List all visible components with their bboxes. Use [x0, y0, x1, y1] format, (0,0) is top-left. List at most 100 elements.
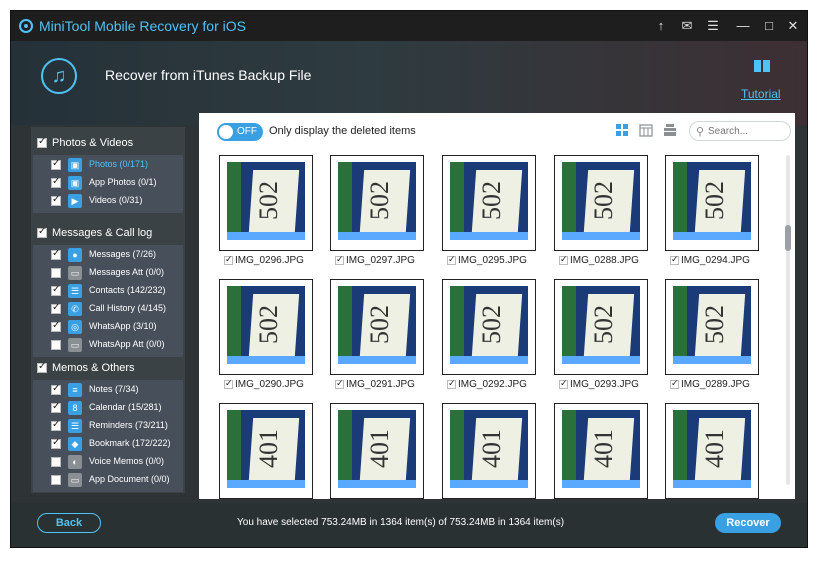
photo-thumbnail[interactable]: 502	[330, 155, 424, 251]
photo-checkbox[interactable]	[224, 378, 233, 389]
item-checkbox[interactable]	[51, 340, 61, 350]
toggle-knob	[219, 125, 233, 139]
photo-filename[interactable]: IMG_0295.JPG	[447, 254, 527, 266]
photo-filename[interactable]: IMG_0293.JPG	[559, 378, 639, 390]
item-checkbox[interactable]	[51, 176, 61, 188]
photo-filename[interactable]: IMG_0294.JPG	[670, 254, 750, 266]
photo-filename-text: IMG_0291.JPG	[346, 379, 415, 390]
sidebar-item[interactable]: ✆ Call History (4/145)	[33, 301, 183, 317]
sidebar-group-1[interactable]: Messages & Call log	[37, 226, 152, 239]
menu-icon[interactable]: ☰	[703, 16, 723, 36]
only-deleted-label: Only display the deleted items	[269, 125, 416, 137]
photo-thumbnail[interactable]: 502	[442, 155, 536, 251]
item-checkbox[interactable]	[51, 457, 61, 467]
item-checkbox[interactable]	[51, 437, 61, 449]
book-icon[interactable]	[753, 59, 771, 73]
tutorial-link[interactable]: Tutorial	[741, 87, 781, 101]
photo-thumbnail[interactable]: 502	[442, 279, 536, 375]
sidebar-item-label: Messages (7/26)	[89, 249, 157, 259]
sidebar-item[interactable]: ≡ Notes (7/34)	[33, 382, 183, 398]
sidebar-item[interactable]: ◎ WhatsApp (3/10)	[33, 319, 183, 335]
sidebar-item[interactable]: ◆ Bookmark (172/222)	[33, 436, 183, 452]
photo-filename[interactable]: IMG_0290.JPG	[224, 378, 304, 390]
item-checkbox[interactable]	[51, 194, 61, 206]
item-checkbox[interactable]	[51, 158, 61, 170]
photo-checkbox[interactable]	[447, 378, 456, 389]
photo-filename[interactable]: IMG_0289.JPG	[670, 378, 750, 390]
photo-thumbnail[interactable]: 502	[554, 155, 648, 251]
photo-thumbnail[interactable]: 401	[442, 403, 536, 499]
photo-number-text: 401	[700, 429, 729, 468]
sidebar-item[interactable]: ▭ Messages Att (0/0)	[33, 265, 183, 281]
item-checkbox[interactable]	[51, 401, 61, 413]
maximize-button[interactable]: □	[759, 16, 779, 36]
photo-thumbnail[interactable]: 401	[330, 403, 424, 499]
item-checkbox[interactable]	[51, 248, 61, 260]
photo-checkbox[interactable]	[335, 254, 344, 265]
item-checkbox[interactable]	[51, 284, 61, 296]
item-checkbox[interactable]	[51, 302, 61, 314]
photo-filename[interactable]: IMG_0291.JPG	[335, 378, 415, 390]
photo-filename[interactable]: IMG_0296.JPG	[224, 254, 304, 266]
upgrade-arrow-icon[interactable]: ↑	[651, 16, 671, 36]
photo-checkbox[interactable]	[447, 254, 456, 265]
sidebar-group-2[interactable]: Memos & Others	[37, 361, 135, 374]
list-view-icon[interactable]	[663, 123, 677, 137]
vertical-scrollbar[interactable]	[783, 149, 793, 489]
photo-checkbox[interactable]	[559, 378, 568, 389]
back-button[interactable]: Back	[37, 513, 101, 533]
photo-image: 401	[338, 410, 416, 488]
item-checkbox[interactable]	[51, 475, 61, 485]
mail-icon[interactable]: ✉	[677, 16, 697, 36]
sidebar-item[interactable]: ☰ Reminders (73/211)	[33, 418, 183, 434]
photo-filename[interactable]: IMG_0292.JPG	[447, 378, 527, 390]
photo-checkbox[interactable]	[670, 378, 679, 389]
photo-thumbnail[interactable]: 502	[665, 279, 759, 375]
photo-thumbnail[interactable]: 502	[219, 155, 313, 251]
item-checkbox[interactable]	[51, 268, 61, 278]
photo-thumbnail[interactable]: 401	[554, 403, 648, 499]
minimize-button[interactable]: —	[733, 16, 753, 36]
sidebar-item[interactable]: ▭ App Document (0/0)	[33, 472, 183, 488]
sidebar-item[interactable]: ▶ Videos (0/31)	[33, 193, 183, 209]
photo-thumbnail[interactable]: 401	[219, 403, 313, 499]
sidebar-item[interactable]: ▭ WhatsApp Att (0/0)	[33, 337, 183, 353]
group-checkbox[interactable]	[37, 361, 47, 374]
sidebar-item-label: WhatsApp Att (0/0)	[89, 339, 165, 349]
photo-checkbox[interactable]	[559, 254, 568, 265]
call-history-icon: ✆	[68, 302, 82, 316]
photo-thumbnail[interactable]: 502	[219, 279, 313, 375]
recover-button[interactable]: Recover	[715, 513, 781, 533]
photo-thumbnail[interactable]: 502	[665, 155, 759, 251]
photo-checkbox[interactable]	[224, 254, 233, 265]
photo-filename[interactable]: IMG_0288.JPG	[559, 254, 639, 266]
photo-number-text: 502	[589, 305, 618, 344]
photo-filename[interactable]: IMG_0297.JPG	[335, 254, 415, 266]
photo-thumbnail[interactable]: 502	[330, 279, 424, 375]
sidebar-item[interactable]: ▣ App Photos (0/1)	[33, 175, 183, 191]
group-checkbox[interactable]	[37, 136, 47, 149]
sidebar-group-0[interactable]: Photos & Videos	[37, 136, 133, 149]
photo-thumbnail[interactable]: 401	[665, 403, 759, 499]
sidebar-item[interactable]: ◐ Voice Memos (0/0)	[33, 454, 183, 470]
photo-thumbnail[interactable]: 502	[554, 279, 648, 375]
category-sidebar: Photos & Videos ▣ Photos (0/171) ▣ App Photo…	[31, 127, 185, 493]
sidebar-item[interactable]: 8 Calendar (15/281)	[33, 400, 183, 416]
sidebar-item[interactable]: ▣ Photos (0/171)	[33, 157, 183, 173]
sidebar-item-label: Bookmark (172/222)	[89, 438, 171, 448]
scrollbar-thumb[interactable]	[785, 225, 791, 251]
group-checkbox[interactable]	[37, 226, 47, 239]
thumbnail-view-icon[interactable]	[615, 123, 629, 137]
sidebar-item[interactable]: ● Messages (7/26)	[33, 247, 183, 263]
close-button[interactable]: ✕	[783, 16, 803, 36]
item-checkbox[interactable]	[51, 320, 61, 332]
photo-checkbox[interactable]	[335, 378, 344, 389]
item-checkbox[interactable]	[51, 383, 61, 395]
sidebar-item[interactable]: ☰ Contacts (142/232)	[33, 283, 183, 299]
photo-image: 502	[227, 286, 305, 364]
deleted-only-toggle[interactable]: OFF	[217, 123, 263, 141]
photo-checkbox[interactable]	[670, 254, 679, 265]
search-input[interactable]	[708, 124, 788, 138]
item-checkbox[interactable]	[51, 419, 61, 431]
calendar-view-icon[interactable]	[639, 123, 653, 137]
